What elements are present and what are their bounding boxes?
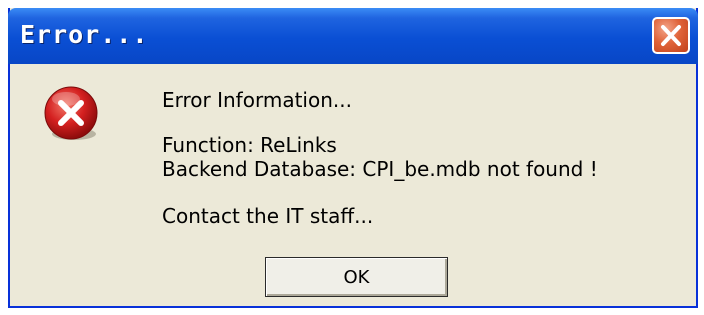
close-button[interactable] (652, 17, 690, 54)
window-title: Error... (20, 20, 149, 49)
function-line: Function: ReLinks (162, 133, 337, 157)
contact-line: Contact the IT staff... (162, 204, 374, 228)
ok-button-label: OK (343, 266, 370, 288)
message-heading: Error Information... (162, 88, 352, 112)
close-icon (661, 25, 681, 46)
ok-button[interactable]: OK (265, 257, 448, 297)
backend-database-line: Backend Database: CPI_be.mdb not found ! (162, 157, 598, 181)
title-bar[interactable]: Error... (8, 8, 698, 64)
error-icon (44, 86, 98, 140)
error-dialog: Error... Error Information... Function: … (8, 8, 698, 308)
